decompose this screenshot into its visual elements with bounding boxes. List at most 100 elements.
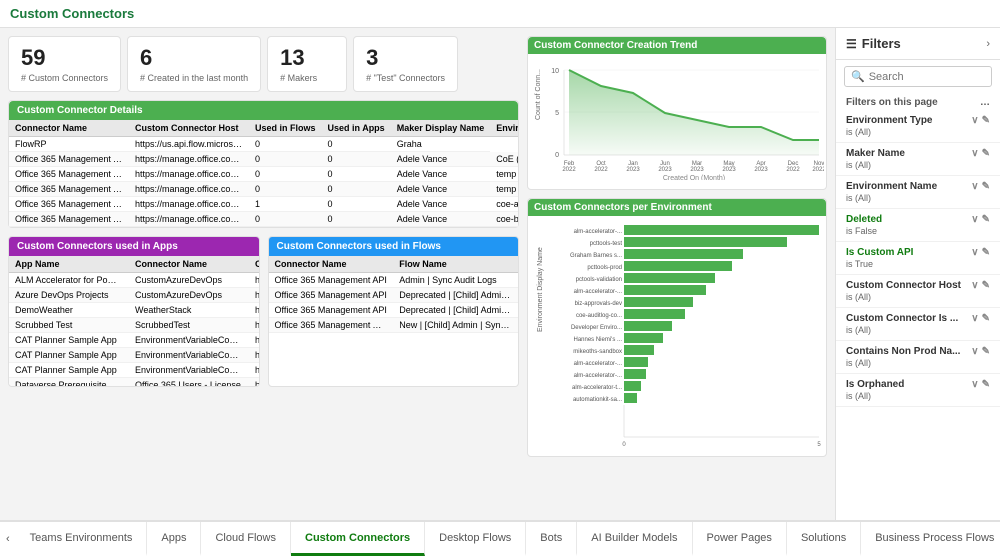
nav-tab-bots[interactable]: Bots — [526, 522, 577, 556]
sidebar-toggle[interactable]: › — [986, 38, 990, 50]
nav-prev-button[interactable]: ‹ — [0, 522, 16, 556]
sidebar-header: ☰ Filters › — [836, 28, 1000, 60]
svg-text:mikeoths-sandbox: mikeoths-sandbox — [573, 349, 622, 355]
svg-text:2022: 2022 — [594, 167, 608, 173]
edit-icon[interactable]: ✎ — [982, 148, 990, 159]
edit-icon[interactable]: ✎ — [982, 280, 990, 291]
apps-table-header: Custom Connectors used in Apps — [9, 237, 259, 256]
filter-item[interactable]: Custom Connector Host∨✎is (All) — [836, 275, 1000, 308]
table-row: Office 365 Management APIhttps://manage.… — [9, 167, 518, 182]
table-row: CAT Planner Sample AppEnvironmentVariabl… — [9, 348, 259, 363]
filter-item[interactable]: Custom Connector Is ...∨✎is (All) — [836, 308, 1000, 341]
svg-text:pctools-validation: pctools-validation — [576, 277, 622, 283]
filter-name: Environment Name∨✎ — [846, 181, 990, 192]
stat-number-2: 13 — [280, 45, 334, 71]
chevron-down-icon[interactable]: ∨ — [971, 346, 978, 357]
filter-item[interactable]: Contains Non Prod Na...∨✎is (All) — [836, 341, 1000, 374]
edit-icon[interactable]: ✎ — [982, 214, 990, 225]
apps-table-body: ALM Accelerator for Power PlatformCustom… — [9, 273, 259, 387]
edit-icon[interactable]: ✎ — [982, 115, 990, 126]
col-maker: Maker Display Name — [391, 120, 491, 137]
content-area: 59 # Custom Connectors 6 # Created in th… — [0, 28, 835, 520]
chevron-down-icon[interactable]: ∨ — [971, 148, 978, 159]
edit-icon[interactable]: ✎ — [982, 313, 990, 324]
svg-text:5: 5 — [555, 110, 559, 117]
chevron-down-icon[interactable]: ∨ — [971, 280, 978, 291]
filter-item[interactable]: Deleted∨✎is False — [836, 209, 1000, 242]
filter-name: Custom Connector Is ...∨✎ — [846, 313, 990, 324]
filter-value: is (All) — [846, 358, 990, 368]
trend-chart-svg: Count of Conn... 10 5 0 — [534, 60, 824, 180]
connector-details-table: Connector Name Custom Connector Host Use… — [9, 120, 518, 227]
svg-text:pcttools-test: pcttools-test — [590, 241, 623, 247]
filter-value: is (All) — [846, 193, 990, 203]
filter-value: is (All) — [846, 160, 990, 170]
chevron-down-icon[interactable]: ∨ — [971, 313, 978, 324]
chevron-down-icon[interactable]: ∨ — [971, 214, 978, 225]
flows-table-card: Custom Connectors used in Flows Connecto… — [268, 236, 520, 387]
table-row: Office 365 Management APIhttps://manage.… — [9, 182, 518, 197]
stat-card-3: 3 # "Test" Connectors — [353, 36, 458, 92]
edit-icon[interactable]: ✎ — [982, 181, 990, 192]
svg-text:alm-accelerator-...: alm-accelerator-... — [574, 289, 623, 295]
table-row: DemoWeatherWeatherStackhtt — [9, 303, 259, 318]
apps-table-card: Custom Connectors used in Apps App Name … — [8, 236, 260, 387]
table-row: Office 365 Management API NewNew | [Chil… — [269, 318, 519, 333]
filter-more-icon[interactable]: … — [980, 97, 990, 108]
svg-text:pcttools-prod: pcttools-prod — [587, 265, 622, 271]
table-row: Scrubbed TestScrubbedTesthtt — [9, 318, 259, 333]
per-env-chart-svg: Environment Display Name alm-accelerator… — [534, 222, 824, 447]
filter-item[interactable]: Environment Type∨✎is (All) — [836, 110, 1000, 143]
table-row: Azure DevOps ProjectsCustomAzureDevOpsht… — [9, 288, 259, 303]
stat-number-1: 6 — [140, 45, 248, 71]
apps-table: App Name Connector Name Cu... ALM Accele… — [9, 256, 259, 386]
svg-text:Developer Enviro...: Developer Enviro... — [571, 325, 622, 331]
bottom-nav: ‹ Teams EnvironmentsAppsCloud FlowsCusto… — [0, 520, 1000, 556]
edit-icon[interactable]: ✎ — [982, 346, 990, 357]
stat-label-1: # Created in the last month — [140, 73, 248, 83]
edit-icon[interactable]: ✎ — [982, 247, 990, 258]
chevron-down-icon[interactable]: ∨ — [971, 247, 978, 258]
filter-value: is (All) — [846, 127, 990, 137]
nav-tab-apps[interactable]: Apps — [147, 522, 201, 556]
flows-table: Connector Name Flow Name Office 365 Mana… — [269, 256, 519, 333]
nav-tab-desktop-flows[interactable]: Desktop Flows — [425, 522, 526, 556]
filter-value: is (All) — [846, 391, 990, 401]
filter-name: Is Orphaned∨✎ — [846, 379, 990, 390]
filter-item[interactable]: Maker Name∨✎is (All) — [836, 143, 1000, 176]
nav-tab-custom-connectors[interactable]: Custom Connectors — [291, 522, 425, 556]
per-env-chart-title: Custom Connectors per Environment — [528, 199, 826, 216]
left-col: 59 # Custom Connectors 6 # Created in th… — [8, 36, 519, 457]
chevron-down-icon[interactable]: ∨ — [971, 115, 978, 126]
nav-tab-business-process-flows[interactable]: Business Process Flows — [861, 522, 1000, 556]
chevron-down-icon[interactable]: ∨ — [971, 181, 978, 192]
stat-card-2: 13 # Makers — [267, 36, 347, 92]
svg-text:automationkit-sa...: automationkit-sa... — [573, 397, 622, 403]
col-apps: Used in Apps — [322, 120, 391, 137]
nav-tab-cloud-flows[interactable]: Cloud Flows — [201, 522, 291, 556]
chevron-down-icon[interactable]: ∨ — [971, 379, 978, 390]
filter-item[interactable]: Is Custom API∨✎is True — [836, 242, 1000, 275]
page-title: Custom Connectors — [10, 6, 134, 21]
filter-item[interactable]: Environment Name∨✎is (All) — [836, 176, 1000, 209]
nav-tab-solutions[interactable]: Solutions — [787, 522, 861, 556]
svg-text:2023: 2023 — [690, 167, 704, 173]
search-box[interactable]: 🔍 — [844, 66, 992, 87]
nav-tab-teams-environments[interactable]: Teams Environments — [16, 522, 148, 556]
flows-table-header: Custom Connectors used in Flows — [269, 237, 519, 256]
table-row: Office 365 Management APIhttps://manage.… — [9, 152, 518, 167]
apps-header-row: App Name Connector Name Cu... — [9, 256, 259, 273]
svg-text:alm-accelerator-t...: alm-accelerator-t... — [572, 385, 622, 391]
apps-col-app: App Name — [9, 256, 129, 273]
filter-item[interactable]: Is Orphaned∨✎is (All) — [836, 374, 1000, 407]
svg-text:Count of Conn...: Count of Conn... — [535, 69, 542, 120]
apps-col-connector: Connector Name — [129, 256, 249, 273]
search-input[interactable] — [869, 71, 985, 83]
stat-card-0: 59 # Custom Connectors — [8, 36, 121, 92]
nav-tab-ai-builder-models[interactable]: AI Builder Models — [577, 522, 692, 556]
edit-icon[interactable]: ✎ — [982, 379, 990, 390]
table-row: Office 365 Management APIAdmin | Sync Au… — [269, 273, 519, 288]
flows-col-connector: Connector Name — [269, 256, 394, 273]
nav-tab-power-pages[interactable]: Power Pages — [693, 522, 787, 556]
table-row: Office 365 Management API Newhttps://man… — [9, 197, 518, 212]
